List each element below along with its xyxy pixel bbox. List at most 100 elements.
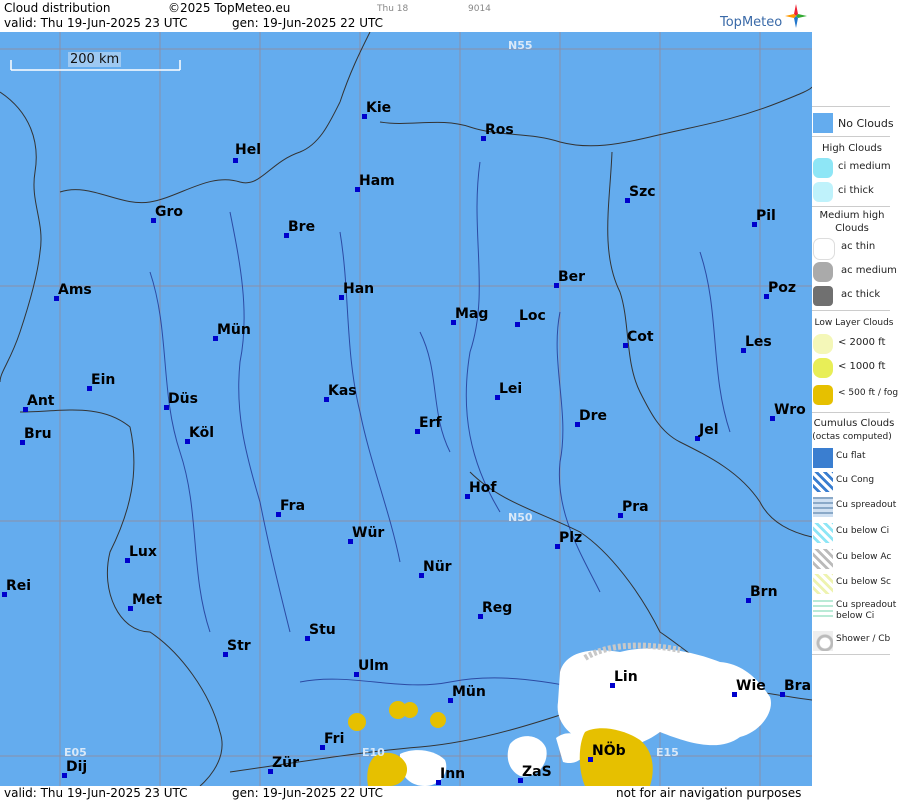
cu-below-ac-swatch xyxy=(813,549,833,569)
grid-label-n50: N50 xyxy=(508,511,533,524)
grid-label-e15: E15 xyxy=(656,746,679,759)
cloud-map[interactable]: 200 km N55 N50 E05 E10 E15 Hel Kie Ros Ham S… xyxy=(0,32,812,786)
fog-spot-3 xyxy=(402,702,418,718)
gen-time: gen: 19-Jun-2025 22 UTC xyxy=(232,16,384,30)
small-day: Thu 18 xyxy=(377,4,409,14)
legend-high-clouds: High Clouds xyxy=(822,143,882,154)
city-label: Ant xyxy=(27,393,55,409)
city-label: Bru xyxy=(24,426,52,442)
cu-spreadout-below-ci-swatch xyxy=(813,600,833,620)
ac-thick-swatch xyxy=(813,286,833,306)
legend-lt2000: < 2000 ft xyxy=(812,332,904,354)
city-label: Wro xyxy=(774,402,806,418)
city-label: Rei xyxy=(6,578,32,594)
header: Cloud distribution ©2025 TopMeteo.eu Thu… xyxy=(0,0,812,32)
legend-cumulus-sub: (octas computed) xyxy=(812,432,892,442)
cu-cong-swatch xyxy=(813,472,833,492)
city-label: Jel xyxy=(699,422,719,438)
fog-spot-1 xyxy=(348,713,366,731)
ci-thick-swatch xyxy=(813,182,833,202)
city-label: Stu xyxy=(309,622,336,638)
city-label: Han xyxy=(343,281,375,297)
legend-label: Cu below Ci xyxy=(836,526,890,536)
city-label: Ham xyxy=(359,173,395,189)
legend-label: Cu below Sc xyxy=(836,577,891,587)
city-label: Szc xyxy=(629,184,656,200)
city-label: Ams xyxy=(58,282,92,298)
city-label: Fri xyxy=(324,731,345,747)
legend-cu-below-ac: Cu below Ac xyxy=(812,547,904,569)
city-label: Lux xyxy=(129,544,157,560)
legend-label: Cu spreadout xyxy=(836,500,897,510)
compass-icon xyxy=(785,4,807,28)
cu-below-ci-swatch xyxy=(813,523,833,543)
legend-label: Cu Cong xyxy=(836,475,875,485)
topmeteo-logo: TopMeteo xyxy=(719,4,809,30)
city-label: Köl xyxy=(189,425,215,441)
city-label: Ulm xyxy=(358,658,389,674)
city-label: Düs xyxy=(168,391,198,407)
city-label: Cot xyxy=(627,329,654,345)
scale-label: 200 km xyxy=(68,52,122,67)
legend: No Clouds High Clouds ci medium ci thick… xyxy=(812,106,904,658)
city-label: Hel xyxy=(235,142,262,158)
city-label: Met xyxy=(132,592,163,608)
legend-label: Cu spreadout below Ci xyxy=(836,600,897,621)
city-label: Hof xyxy=(469,480,497,496)
city-label: Mag xyxy=(455,306,489,322)
map-title: Cloud distribution xyxy=(4,1,111,15)
grid-label-n55: N55 xyxy=(508,39,533,52)
legend-ac-thin: ac thin xyxy=(812,236,904,260)
city-label: Reg xyxy=(482,600,513,616)
valid-time: valid: Thu 19-Jun-2025 23 UTC xyxy=(4,16,188,30)
legend-ac-thick: ac thick xyxy=(812,284,904,306)
copyright: ©2025 TopMeteo.eu xyxy=(168,1,291,15)
legend-label: ac thick xyxy=(841,289,881,300)
cloud-areas xyxy=(348,642,771,786)
city-label: Kas xyxy=(328,383,357,399)
city-label: Bre xyxy=(288,219,316,235)
legend-label: ac thin xyxy=(841,241,876,252)
legend-ci-medium: ci medium xyxy=(812,156,904,178)
city-label: Wie xyxy=(736,678,766,694)
legend-label: < 500 ft / fog xyxy=(838,388,899,398)
city-label: Erf xyxy=(419,415,442,431)
legend-lt1000: < 1000 ft xyxy=(812,356,904,378)
city-label: Wür xyxy=(352,525,385,541)
legend-label: < 1000 ft xyxy=(838,361,886,372)
cu-flat-swatch xyxy=(813,448,833,468)
legend-label: ci medium xyxy=(838,161,891,172)
city-marker xyxy=(233,158,238,163)
legend-ac-medium: ac medium xyxy=(812,260,904,282)
cu-below-sc-swatch xyxy=(813,574,833,594)
small-code: 9014 xyxy=(468,4,491,14)
ac-medium-swatch xyxy=(813,262,833,282)
legend-medium-high: Medium high Clouds xyxy=(819,210,885,234)
city-label: Les xyxy=(745,334,772,350)
city-label: Dre xyxy=(579,408,608,424)
legend-cu-flat: Cu flat xyxy=(812,446,904,468)
map-background xyxy=(0,32,812,786)
city-label: Brn xyxy=(750,584,778,600)
city-label: Ein xyxy=(91,372,116,388)
legend-shower-cb: Shower / Cb xyxy=(812,629,904,651)
legend-lt500: < 500 ft / fog xyxy=(812,383,904,405)
legend-label: No Clouds xyxy=(838,117,894,130)
lt2000-swatch xyxy=(813,334,833,354)
footer: valid: Thu 19-Jun-2025 23 UTC gen: 19-Ju… xyxy=(0,786,812,801)
city-label: Plz xyxy=(559,530,583,546)
footer-gen-time: gen: 19-Jun-2025 22 UTC xyxy=(232,786,384,800)
city-label: Inn xyxy=(440,766,466,782)
city-label: Loc xyxy=(519,308,546,324)
legend-no-clouds: No Clouds xyxy=(812,111,904,133)
city-label: Dij xyxy=(66,759,88,775)
footer-valid-time: valid: Thu 19-Jun-2025 23 UTC xyxy=(4,786,188,800)
city-label: Pil xyxy=(756,208,776,224)
legend-cu-spreadout: Cu spreadout xyxy=(812,495,904,517)
city-label: Gro xyxy=(155,204,184,220)
legend-label: Cu below Ac xyxy=(836,552,892,562)
city-label: Zür xyxy=(272,755,300,771)
lt1000-swatch xyxy=(813,358,833,378)
ac-thin-swatch xyxy=(813,238,835,260)
legend-label: ci thick xyxy=(838,185,874,196)
